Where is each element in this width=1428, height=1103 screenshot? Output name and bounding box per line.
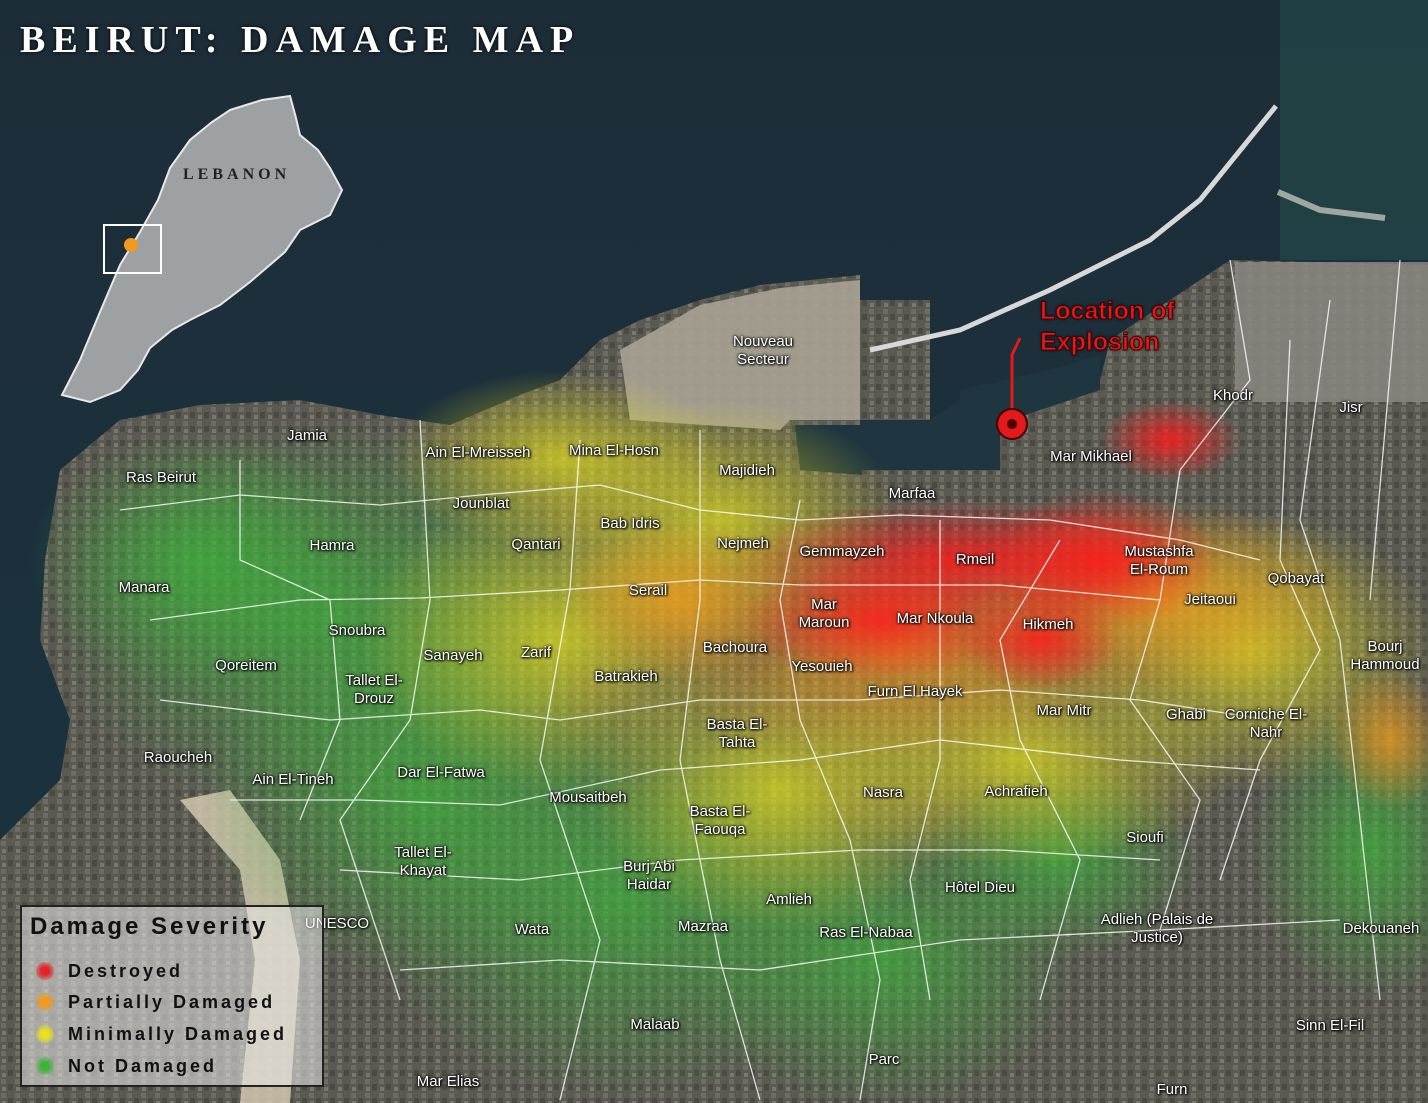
neighborhood-label: Jeitaoui bbox=[1184, 591, 1236, 608]
lebanon-label: LEBANON bbox=[183, 166, 291, 183]
legend-swatch bbox=[36, 1057, 54, 1075]
neighborhood-label: Ghabi bbox=[1165, 706, 1207, 723]
neighborhood-label: Hôtel Dieu bbox=[944, 879, 1016, 896]
neighborhood-label: Rmeil bbox=[955, 551, 995, 568]
neighborhood-label: Mar Maroun bbox=[798, 596, 850, 631]
map-title: BEIRUT: DAMAGE MAP bbox=[20, 19, 581, 61]
explosion-label-line1: Location of bbox=[1040, 297, 1176, 326]
neighborhood-label: Khodr bbox=[1212, 387, 1254, 404]
neighborhood-label: Wata bbox=[514, 921, 550, 938]
neighborhood-label: Qoreitem bbox=[215, 657, 277, 674]
neighborhood-label: Bab Idris bbox=[600, 515, 660, 532]
legend-label: Destroyed bbox=[68, 961, 184, 981]
damage-map: BEIRUT: DAMAGE MAP LEBANON Location of E… bbox=[0, 0, 1428, 1103]
neighborhood-label: Mustashfa El-Roum bbox=[1124, 543, 1194, 578]
explosion-label-line2: Explosion bbox=[1040, 328, 1160, 357]
neighborhood-label: Dar El-Fatwa bbox=[397, 764, 485, 781]
legend: Damage Severity Destroyed Partially Dama… bbox=[20, 905, 324, 1087]
legend-swatch bbox=[36, 962, 54, 980]
neighborhood-label: Zarif bbox=[521, 644, 551, 661]
neighborhood-label: Mar Mitr bbox=[1036, 702, 1092, 719]
neighborhood-label: Jounblat bbox=[452, 495, 510, 512]
neighborhood-label: Furn El Hayek bbox=[867, 683, 963, 700]
neighborhood-label: Serail bbox=[628, 582, 668, 599]
legend-label: Partially Damaged bbox=[68, 992, 276, 1012]
neighborhood-label: Mar Elias bbox=[416, 1073, 480, 1090]
neighborhood-label: Nejmeh bbox=[717, 535, 769, 552]
neighborhood-label: Mina El-Hosn bbox=[568, 442, 660, 459]
neighborhood-label: Majidieh bbox=[719, 462, 775, 479]
legend-swatch bbox=[36, 1025, 54, 1043]
neighborhood-label: Basta El-Tahta bbox=[706, 716, 768, 751]
neighborhood-label: Amlieh bbox=[766, 891, 812, 908]
neighborhood-label: Jisr bbox=[1339, 399, 1363, 416]
neighborhood-label: Bachoura bbox=[702, 639, 768, 656]
neighborhood-label: Manara bbox=[118, 579, 170, 596]
neighborhood-label: Nouveau Secteur bbox=[732, 333, 794, 368]
neighborhood-label: Jamia bbox=[286, 427, 328, 444]
neighborhood-label: Yesouieh bbox=[791, 658, 853, 675]
legend-label: Minimally Damaged bbox=[68, 1024, 288, 1044]
neighborhood-label: Mazraa bbox=[677, 918, 729, 935]
neighborhood-label: Mousaitbeh bbox=[549, 789, 627, 806]
neighborhood-label: Tallet El-Khayat bbox=[394, 844, 452, 879]
neighborhood-label: Ras El-Nabaa bbox=[819, 924, 913, 941]
neighborhood-label: Ain El-Mreisseh bbox=[425, 444, 531, 461]
neighborhood-label: Batrakieh bbox=[594, 668, 658, 685]
neighborhood-label: Corniche El-Nahr bbox=[1224, 706, 1308, 741]
neighborhood-label: Marfaa bbox=[888, 485, 936, 502]
neighborhood-label: Sanayeh bbox=[423, 647, 483, 664]
neighborhood-label: Malaab bbox=[630, 1016, 680, 1033]
explosion-label: Location of Explosion bbox=[1040, 296, 1176, 358]
neighborhood-label: Snoubra bbox=[328, 622, 386, 639]
neighborhood-label: Qobayat bbox=[1267, 570, 1325, 587]
neighborhood-label: Qantari bbox=[511, 536, 561, 553]
neighborhood-label: Sinn El-Fil bbox=[1295, 1017, 1365, 1034]
neighborhood-label: Ras Beirut bbox=[125, 469, 197, 486]
neighborhood-label: Mar Mikhael bbox=[1050, 448, 1132, 465]
neighborhood-label: Nasra bbox=[862, 784, 904, 801]
neighborhood-label: Furn bbox=[1156, 1081, 1188, 1098]
legend-label: Not Damaged bbox=[68, 1056, 218, 1076]
neighborhood-label: Raoucheh bbox=[143, 749, 213, 766]
neighborhood-label: Bourj Hammoud bbox=[1350, 638, 1420, 673]
legend-swatch bbox=[36, 993, 54, 1011]
neighborhood-label: Ain El-Tineh bbox=[252, 771, 334, 788]
neighborhood-label: Sioufi bbox=[1126, 829, 1164, 846]
neighborhood-label: Adlieh (Palais de Justice) bbox=[1100, 911, 1214, 946]
legend-title: Damage Severity bbox=[30, 913, 269, 940]
neighborhood-label: Hamra bbox=[309, 537, 355, 554]
neighborhood-label: Dekouaneh bbox=[1342, 920, 1420, 937]
neighborhood-label: Parc bbox=[868, 1051, 900, 1068]
neighborhood-label: Burj Abi Haidar bbox=[623, 858, 675, 893]
neighborhood-label: Mar Nkoula bbox=[896, 610, 974, 627]
neighborhood-label: Tallet El-Drouz bbox=[345, 672, 403, 707]
neighborhood-label: Basta El-Faouqa bbox=[689, 803, 751, 838]
neighborhood-label: Achrafieh bbox=[984, 783, 1048, 800]
neighborhood-label: Gemmayzeh bbox=[799, 543, 885, 560]
neighborhood-label: Hikmeh bbox=[1022, 616, 1074, 633]
